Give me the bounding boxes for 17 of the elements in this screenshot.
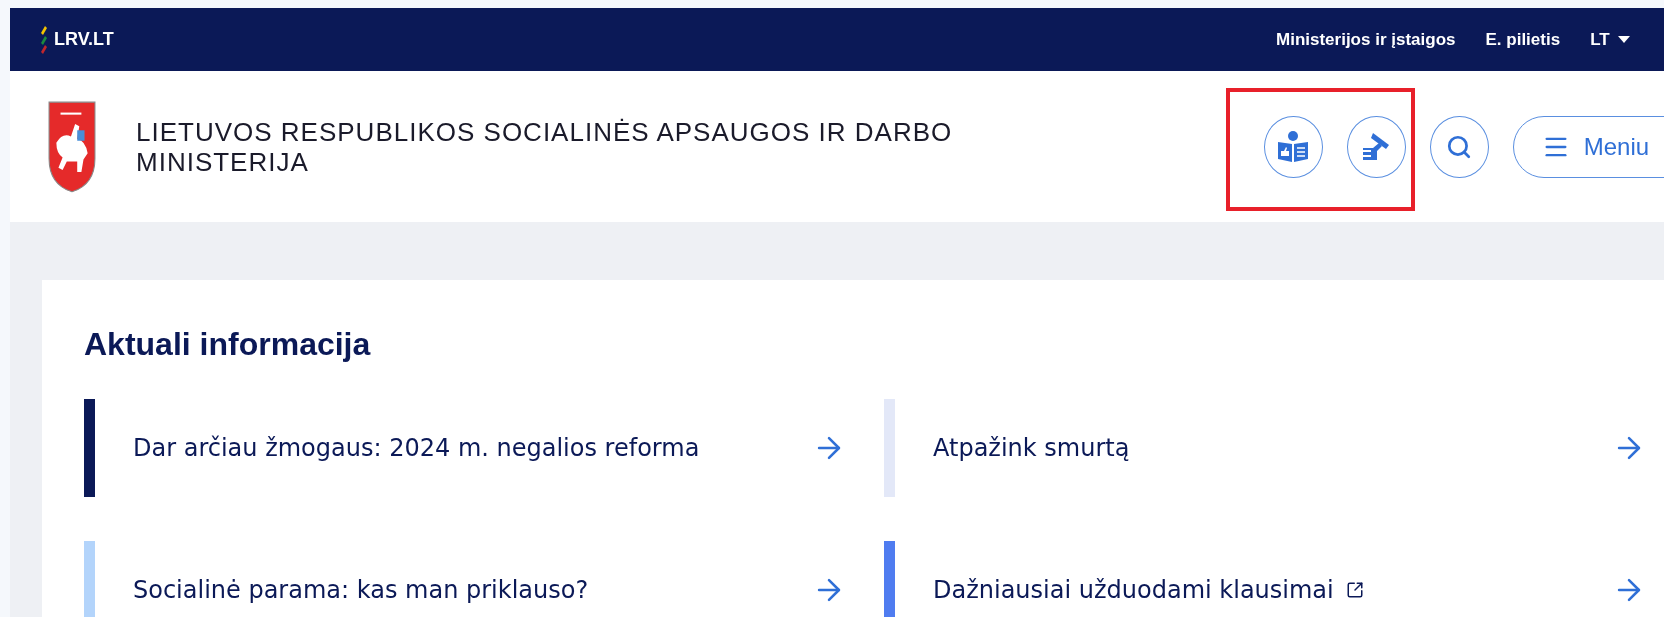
section-heading: Aktuali informacija: [84, 326, 372, 363]
info-link[interactable]: Dažniausiai užduodami klausimai: [884, 541, 1646, 617]
external-link-icon: [1345, 581, 1364, 599]
caret-icon: [1617, 36, 1630, 43]
info-link[interactable]: Socialinė parama: kas man priklauso?: [84, 541, 846, 617]
top-nav-link[interactable]: E. pilietis: [1485, 29, 1561, 50]
top-nav-link[interactable]: Ministerijos ir įstaigos: [1276, 29, 1456, 50]
menu-button[interactable]: Meniu: [1512, 115, 1664, 178]
search-icon: [1446, 133, 1473, 160]
easy-read-icon: [1276, 129, 1311, 164]
site-logo-text[interactable]: LRV.LT: [54, 29, 114, 50]
info-link[interactable]: Dar arčiau žmogaus: 2024 m. negalios reforma: [84, 399, 846, 497]
logo-icon: [40, 25, 48, 54]
coat-of-arms-icon: [48, 100, 96, 193]
ministry-title: LIETUVOS RESPUBLIKOS SOCIALINĖS APSAUGOS IR DARBO MINISTERIJA: [136, 116, 954, 177]
info-link[interactable]: Atpažink smurtą: [884, 399, 1646, 497]
language-selector[interactable]: LT: [1590, 29, 1630, 50]
